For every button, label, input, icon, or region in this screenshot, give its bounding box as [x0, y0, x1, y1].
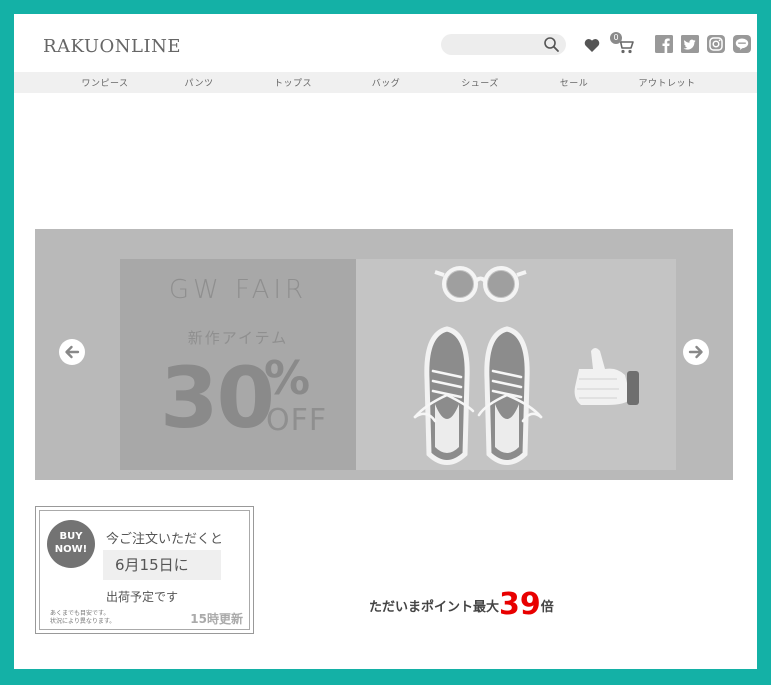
- points-multiplier: 39: [499, 587, 541, 622]
- shipping-date: 6月15日に: [103, 550, 221, 580]
- banner-discount-percent: %: [264, 351, 311, 405]
- hero-banner[interactable]: GW FAIR 新作アイテム 30 % OFF: [35, 229, 733, 480]
- banner-discount-number: 30: [160, 349, 275, 447]
- search-bar[interactable]: [441, 34, 566, 55]
- nav-item-tops[interactable]: トップス: [274, 76, 312, 89]
- banner-discount-off: OFF: [266, 403, 328, 438]
- site-logo[interactable]: RAKUONLINE: [43, 36, 181, 57]
- arrow-right-icon: [688, 345, 703, 359]
- twitter-icon[interactable]: [681, 35, 699, 53]
- heart-icon[interactable]: [584, 38, 600, 53]
- category-nav: ワンピース パンツ トップス バッグ シューズ セール アウトレット: [14, 72, 757, 93]
- shipping-estimate-box: BUY NOW! 今ご注文いただくと 6月15日に 出荷予定です あくまでも目安…: [35, 506, 254, 634]
- points-promo: ただいまポイント最大39倍: [369, 587, 554, 622]
- banner-product-image: [413, 266, 676, 465]
- nav-item-onepiece[interactable]: ワンピース: [81, 76, 128, 89]
- points-prefix: ただいまポイント最大: [369, 600, 500, 615]
- arrow-left-icon: [65, 345, 80, 359]
- right-shoe-image: [477, 326, 543, 465]
- left-shoe-image: [413, 326, 475, 465]
- cart-count-badge: 0: [610, 32, 622, 44]
- search-icon[interactable]: [543, 36, 560, 53]
- nav-item-pants[interactable]: パンツ: [185, 76, 214, 89]
- shipping-schedule-text: 出荷予定です: [106, 590, 179, 604]
- thumbs-up-hand-image: [574, 348, 676, 405]
- points-suffix: 倍: [540, 600, 554, 615]
- facebook-icon[interactable]: [655, 35, 673, 53]
- nav-item-bag[interactable]: バッグ: [372, 76, 401, 89]
- carousel-prev-button[interactable]: [59, 339, 85, 365]
- page: RAKUONLINE 0 ワンピース パンツ トップス バッグ シューズ セール…: [14, 14, 757, 669]
- buy-now-badge: BUY NOW!: [47, 520, 95, 568]
- nav-item-shoes[interactable]: シューズ: [461, 76, 499, 89]
- banner-subtitle: 新作アイテム: [187, 329, 289, 347]
- shipping-estimate-inner: BUY NOW! 今ご注文いただくと 6月15日に 出荷予定です あくまでも目安…: [39, 510, 250, 630]
- shipping-note: あくまでも目安です。 状況により異なります。: [50, 610, 116, 625]
- carousel-next-button[interactable]: [683, 339, 709, 365]
- nav-item-outlet[interactable]: アウトレット: [638, 76, 695, 89]
- banner-feature-panel: GW FAIR 新作アイテム 30 % OFF: [120, 259, 356, 470]
- shipping-update-time: 15時更新: [190, 612, 243, 626]
- banner-title: GW FAIR: [168, 275, 308, 305]
- nav-item-sale[interactable]: セール: [560, 76, 589, 89]
- instagram-icon[interactable]: [707, 35, 725, 53]
- line-icon[interactable]: [733, 35, 751, 53]
- shipping-lead-text: 今ご注文いただくと: [106, 532, 224, 547]
- search-input[interactable]: [449, 36, 541, 53]
